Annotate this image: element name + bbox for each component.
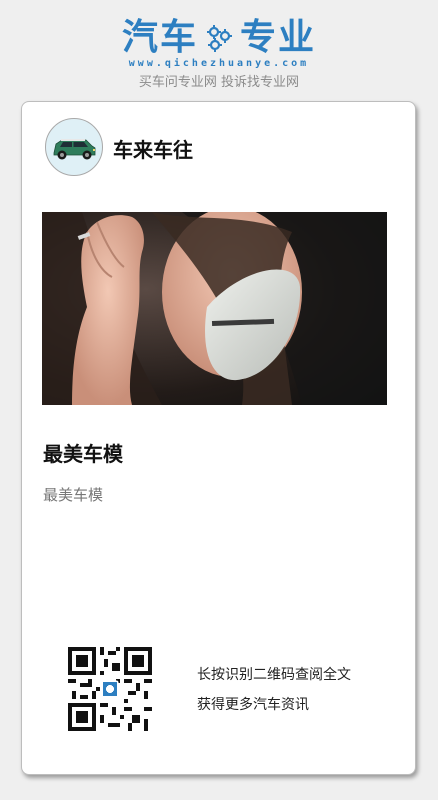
article-image[interactable] bbox=[42, 212, 387, 405]
qr-subtext: 获得更多汽车资讯 bbox=[197, 697, 309, 713]
qr-code[interactable] bbox=[68, 647, 152, 731]
site-slogan: 买车问专业网 投诉找专业网 bbox=[138, 75, 300, 90]
logo-text-right: 专业 bbox=[240, 17, 317, 58]
article-card: 车来车往 最美车模 最美车模 长按识别二维码查阅全文 获得更多汽车资讯 bbox=[21, 101, 416, 775]
logo-text-left: 汽车 bbox=[121, 17, 198, 58]
model-photo bbox=[42, 212, 387, 405]
qr-instruction: 长按识别二维码查阅全文 bbox=[197, 667, 351, 683]
article-title[interactable]: 最美车模 bbox=[43, 438, 123, 467]
site-url: www.qichezhuanye.com bbox=[128, 58, 310, 69]
site-header: 汽车 专业 www.qichezhuanye.com 买车问专业网 投诉找专业网 bbox=[0, 0, 438, 100]
gear-icon bbox=[207, 25, 232, 52]
car-icon bbox=[53, 139, 96, 160]
author-name[interactable]: 车来车往 bbox=[113, 134, 193, 163]
site-logo[interactable]: 汽车 专业 bbox=[0, 16, 438, 60]
article-description: 最美车模 bbox=[43, 486, 104, 504]
author-avatar[interactable] bbox=[45, 118, 103, 176]
